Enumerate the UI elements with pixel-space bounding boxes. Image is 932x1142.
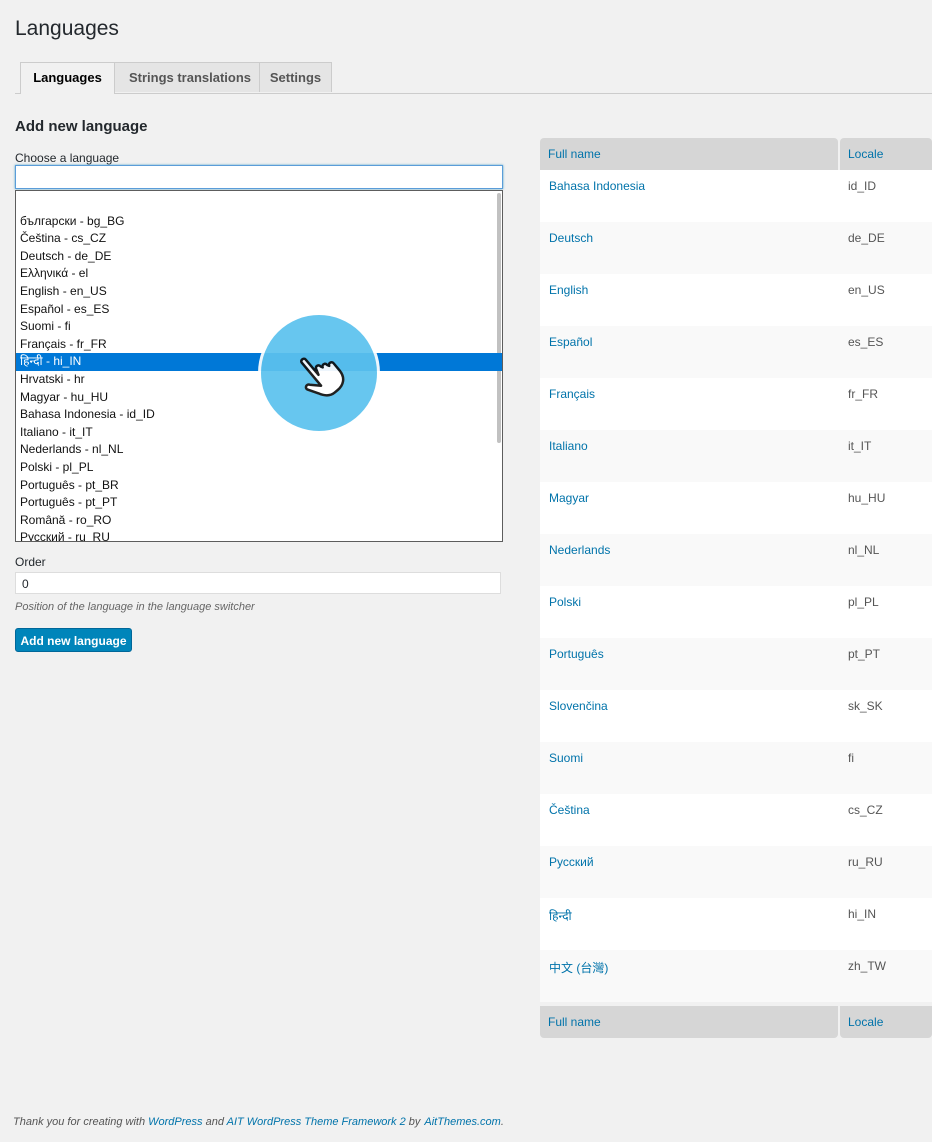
language-locale: cs_CZ <box>848 803 883 817</box>
language-option[interactable]: Nederlands - nl_NL <box>16 441 502 459</box>
language-name-link[interactable]: English <box>549 283 588 297</box>
table-row: हिन्दी hi_IN <box>540 898 932 950</box>
column-header-full-name[interactable]: Full name <box>540 138 838 170</box>
language-locale: en_US <box>848 283 885 297</box>
table-row: Deutsch de_DE <box>540 222 932 274</box>
language-name-link[interactable]: Русский <box>549 855 594 869</box>
language-name-link[interactable]: Français <box>549 387 595 401</box>
language-option[interactable]: Русский - ru_RU <box>16 529 502 541</box>
table-row: Bahasa Indonesia id_ID <box>540 170 932 222</box>
language-locale: sk_SK <box>848 699 883 713</box>
language-locale: hi_IN <box>848 907 877 921</box>
language-option[interactable]: English - en_US <box>16 283 502 301</box>
language-name-link[interactable]: Português <box>549 647 604 661</box>
language-name-link[interactable]: Polski <box>549 595 581 609</box>
table-row: Polski pl_PL <box>540 586 932 638</box>
column-footer-locale[interactable]: Locale <box>840 1006 932 1038</box>
column-header-locale[interactable]: Locale <box>840 138 932 170</box>
table-row: Español es_ES <box>540 326 932 378</box>
language-option[interactable]: Suomi - fi <box>16 318 502 336</box>
add-language-heading: Add new language <box>15 118 148 135</box>
language-option[interactable]: Deutsch - de_DE <box>16 248 502 266</box>
languages-table: Full name Locale Full name Locale Bahasa… <box>540 138 932 1038</box>
table-row: Français fr_FR <box>540 378 932 430</box>
footer-text-and: and <box>205 1116 224 1128</box>
table-row: Magyar hu_HU <box>540 482 932 534</box>
table-row: Português pt_PT <box>540 638 932 690</box>
language-locale: pl_PL <box>848 595 879 609</box>
table-row: English en_US <box>540 274 932 326</box>
language-name-link[interactable]: Español <box>549 335 592 349</box>
cursor-highlight <box>258 312 380 434</box>
language-locale: ru_RU <box>848 855 883 869</box>
language-option[interactable]: Magyar - hu_HU <box>16 389 502 407</box>
language-locale: fr_FR <box>848 387 878 401</box>
footer-text-prefix: Thank you for creating with <box>13 1116 146 1128</box>
language-option[interactable]: български - bg_BG <box>16 213 502 231</box>
language-name-link[interactable]: Italiano <box>549 439 588 453</box>
table-row: Nederlands nl_NL <box>540 534 932 586</box>
footer-text-suffix: . <box>500 1116 504 1128</box>
language-locale: nl_NL <box>848 543 880 557</box>
language-option[interactable]: Português - pt_BR <box>16 477 502 495</box>
language-name-link[interactable]: Slovenčina <box>549 699 608 713</box>
language-option[interactable]: Bahasa Indonesia - id_ID <box>16 406 502 424</box>
language-locale: de_DE <box>848 231 885 245</box>
choose-language-label: Choose a language <box>15 151 120 165</box>
language-name-link[interactable]: हिन्दी <box>549 907 572 924</box>
language-name-link[interactable]: Bahasa Indonesia <box>549 179 645 193</box>
order-hint: Position of the language in the language… <box>15 601 255 613</box>
page-title: Languages <box>15 17 119 40</box>
tab-settings[interactable]: Settings <box>259 62 332 92</box>
language-name-link[interactable]: Nederlands <box>549 543 610 557</box>
language-locale: zh_TW <box>848 959 887 973</box>
language-locale: it_IT <box>848 439 872 453</box>
add-new-language-button[interactable]: Add new language <box>15 628 132 652</box>
table-row: Čeština cs_CZ <box>540 794 932 846</box>
hand-pointer-icon <box>300 357 345 397</box>
ait-framework-link[interactable]: AIT WordPress Theme Framework 2 <box>227 1116 406 1128</box>
language-locale: hu_HU <box>848 491 886 505</box>
language-option[interactable]: Português - pt_PT <box>16 494 502 512</box>
table-row: 中文 (台灣) zh_TW <box>540 950 932 1002</box>
language-option[interactable] <box>16 195 502 213</box>
language-name-link[interactable]: Suomi <box>549 751 583 765</box>
language-option[interactable]: Română - ro_RO <box>16 512 502 530</box>
language-name-link[interactable]: 中文 (台灣) <box>549 959 608 976</box>
footer-text-by: by <box>408 1116 421 1128</box>
table-row: Suomi fi <box>540 742 932 794</box>
wordpress-link[interactable]: WordPress <box>148 1116 202 1128</box>
tab-strings-translations[interactable]: Strings translations <box>114 62 266 92</box>
admin-footer: Thank you for creating with WordPress an… <box>13 1116 504 1128</box>
order-label: Order <box>15 555 46 569</box>
order-input[interactable]: 0 <box>15 572 501 594</box>
language-locale: id_ID <box>848 179 877 193</box>
language-name-link[interactable]: Čeština <box>549 803 590 817</box>
language-option[interactable]: Ελληνικά - el <box>16 265 502 283</box>
language-name-link[interactable]: Magyar <box>549 491 589 505</box>
nav-tabs: Languages Strings translations Settings <box>15 62 932 94</box>
language-locale: pt_PT <box>848 647 881 661</box>
aitthemes-link[interactable]: AitThemes.com <box>424 1116 500 1128</box>
language-locale: es_ES <box>848 335 884 349</box>
language-option[interactable]: Español - es_ES <box>16 301 502 319</box>
language-name-link[interactable]: Deutsch <box>549 231 593 245</box>
table-row: Italiano it_IT <box>540 430 932 482</box>
language-locale: fi <box>848 751 854 765</box>
tab-languages[interactable]: Languages <box>20 62 115 94</box>
language-search-input[interactable] <box>15 165 503 189</box>
column-footer-full-name[interactable]: Full name <box>540 1006 838 1038</box>
table-row: Slovenčina sk_SK <box>540 690 932 742</box>
language-option[interactable]: Čeština - cs_CZ <box>16 230 502 248</box>
language-option[interactable]: Polski - pl_PL <box>16 459 502 477</box>
language-option[interactable]: Italiano - it_IT <box>16 424 502 442</box>
language-option[interactable]: Français - fr_FR <box>16 336 502 354</box>
table-row: Русский ru_RU <box>540 846 932 898</box>
